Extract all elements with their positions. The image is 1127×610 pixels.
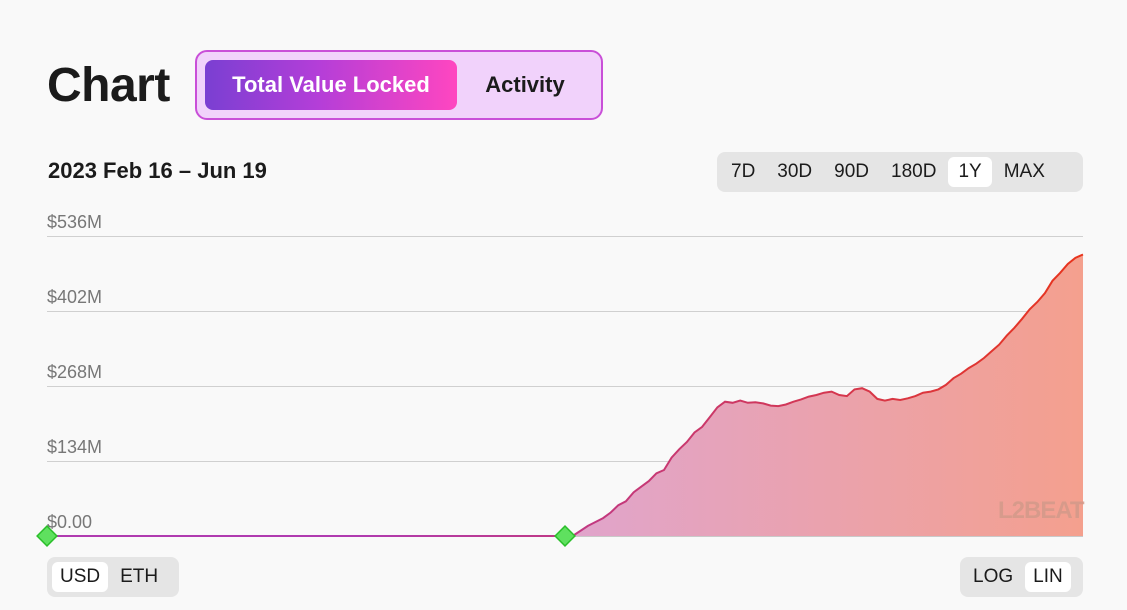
milestone-marker[interactable] — [36, 525, 58, 547]
milestone-marker[interactable] — [554, 525, 576, 547]
unit-toggle: USD ETH — [47, 557, 179, 597]
l2beat-logo: L2BEAT — [998, 497, 1085, 524]
usd-button[interactable]: USD — [52, 562, 109, 592]
log-button[interactable]: LOG — [965, 562, 1021, 592]
tvl-area-chart[interactable] — [0, 0, 1127, 610]
tvl-area — [47, 254, 1083, 536]
scale-toggle: LOG LIN — [960, 557, 1083, 597]
eth-button[interactable]: ETH — [112, 562, 166, 592]
lin-button[interactable]: LIN — [1025, 562, 1071, 592]
